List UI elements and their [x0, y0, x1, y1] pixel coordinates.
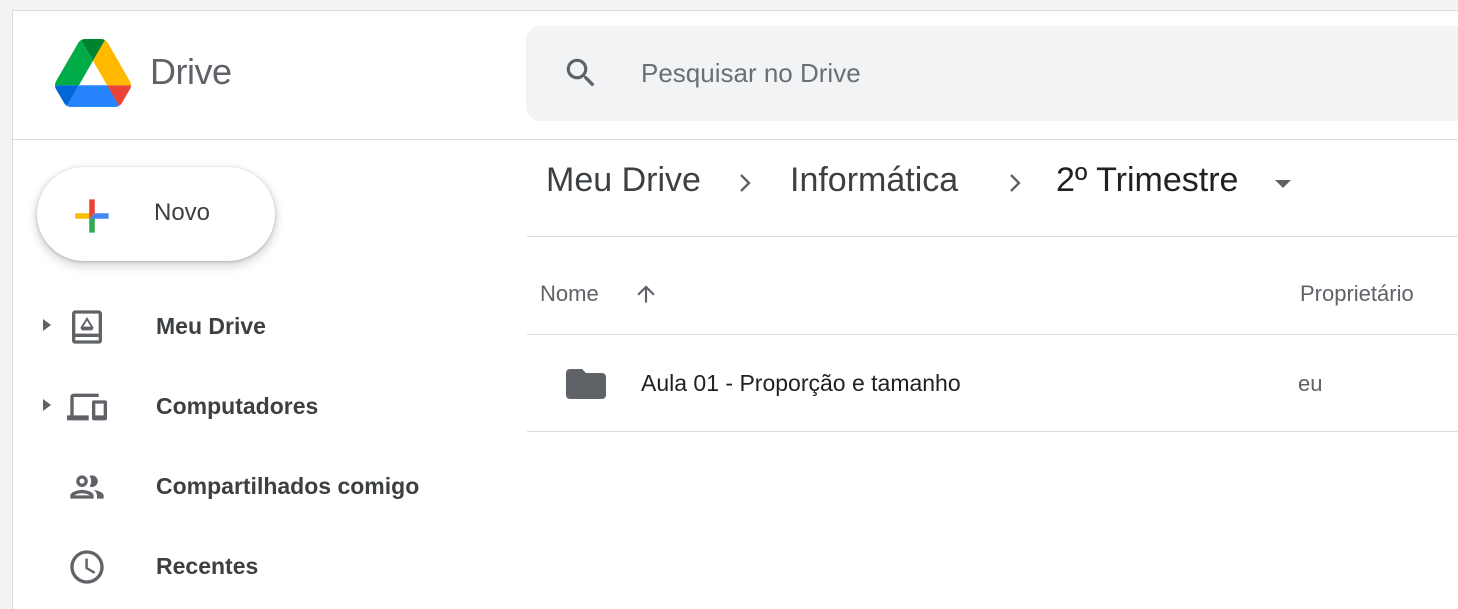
- expand-arrow-icon[interactable]: [41, 317, 53, 333]
- header: Drive Pesquisar no Drive: [13, 11, 1458, 140]
- breadcrumb-my-drive[interactable]: Meu Drive: [546, 161, 701, 200]
- breadcrumb-informatica[interactable]: Informática: [790, 161, 958, 200]
- search-input[interactable]: Pesquisar no Drive: [641, 58, 861, 89]
- shared-icon: [70, 475, 104, 499]
- column-header-owner[interactable]: Proprietário: [1300, 281, 1414, 307]
- dropdown-caret-icon[interactable]: [1274, 179, 1292, 189]
- chevron-right-icon: [740, 174, 751, 192]
- sidebar-item-label: Recentes: [156, 553, 259, 579]
- drive-logo-icon[interactable]: [55, 39, 131, 107]
- app-title: Drive: [150, 51, 232, 92]
- sidebar-item-my-drive[interactable]: Meu Drive: [13, 293, 493, 357]
- column-header-name[interactable]: Nome: [540, 281, 599, 307]
- table-row[interactable]: Aula 01 - Proporção e tamanho eu: [527, 335, 1458, 431]
- computers-icon: [67, 393, 107, 421]
- sidebar-item-computers[interactable]: Computadores: [13, 373, 493, 437]
- folder-icon: [566, 369, 606, 399]
- file-owner: eu: [1298, 371, 1323, 396]
- my-drive-icon: [72, 310, 102, 344]
- sidebar-item-shared[interactable]: Compartilhados comigo: [13, 453, 493, 517]
- search-bar[interactable]: Pesquisar no Drive: [526, 26, 1458, 121]
- breadcrumb-current-folder[interactable]: 2º Trimestre: [1056, 161, 1238, 200]
- chevron-right-icon: [1010, 174, 1021, 192]
- divider: [527, 431, 1458, 432]
- file-name[interactable]: Aula 01 - Proporção e tamanho: [641, 370, 961, 397]
- search-icon[interactable]: [562, 54, 600, 92]
- sidebar-item-recent[interactable]: Recentes: [13, 533, 493, 597]
- sidebar-item-label: Compartilhados comigo: [156, 473, 420, 499]
- plus-icon: [75, 199, 109, 233]
- expand-arrow-icon[interactable]: [41, 397, 53, 413]
- sidebar-item-label: Computadores: [156, 393, 319, 419]
- sort-ascending-icon[interactable]: [633, 281, 659, 307]
- drive-window: Drive Pesquisar no Drive Novo Meu Drive: [12, 10, 1458, 609]
- clock-icon: [70, 550, 104, 584]
- sidebar-item-label: Meu Drive: [156, 313, 266, 339]
- new-button[interactable]: Novo: [37, 167, 275, 261]
- divider: [527, 236, 1458, 237]
- new-button-label: Novo: [154, 199, 211, 226]
